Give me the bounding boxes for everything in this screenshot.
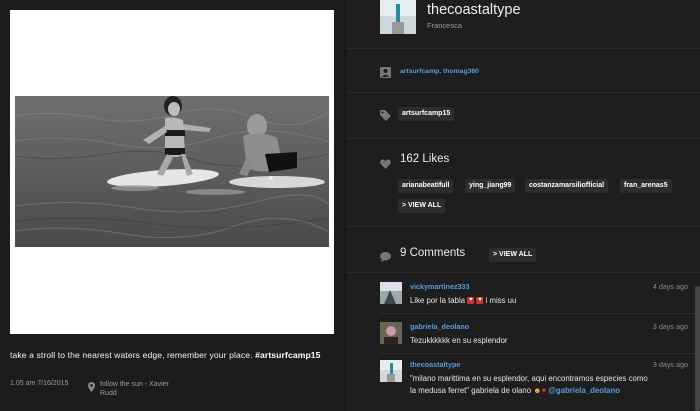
comments-scrollbar[interactable] xyxy=(695,286,700,411)
view-all-likes-button[interactable]: > VIEW ALL xyxy=(398,199,446,213)
commenter-avatar[interactable] xyxy=(380,322,402,344)
comment-line-1: "milano marittima en su esplendor, aqui … xyxy=(410,374,648,383)
caption-hashtag-link[interactable]: #artsurfcamp15 xyxy=(255,350,320,360)
comment-line-2-text: la medusa ferret" gabriela de olano xyxy=(410,386,534,395)
tagged-users-link[interactable]: artsurfcamp, thomag360 xyxy=(400,68,479,75)
divider-line xyxy=(346,272,700,273)
comment-username-link[interactable]: vickymartinez333 xyxy=(410,282,470,291)
hashtag-chip[interactable]: artsurfcamp15 xyxy=(398,107,455,121)
comment-time: 4 days ago xyxy=(652,282,688,291)
divider-line xyxy=(346,92,700,93)
like-user-chip[interactable]: ying_jiang99 xyxy=(465,179,516,193)
comment-mention-link[interactable]: @gabriela_deolano xyxy=(548,386,620,395)
post-caption: take a stroll to the nearest waters edge… xyxy=(10,350,345,360)
comment-line-2: la medusa ferret" gabriela de olano ☻♥ @… xyxy=(410,385,680,397)
divider-line xyxy=(346,48,700,49)
location-line-2: Rudd xyxy=(100,390,117,397)
heart-emoji-icon: ♥ xyxy=(467,297,475,305)
profile-username[interactable]: thecoastaltype xyxy=(427,2,521,18)
speech-bubble-icon xyxy=(380,249,391,267)
comment-text: "milano marittima en su esplendor, aqui … xyxy=(410,373,680,397)
like-user-chip[interactable]: costanzamarsiliofficial xyxy=(525,179,609,193)
divider-line xyxy=(346,226,700,227)
profile-avatar[interactable] xyxy=(380,0,416,34)
tag-icon xyxy=(380,108,391,126)
comments-count: 9 Comments xyxy=(400,247,466,259)
comment-text: Like por la tabla ♥ ♥ i miss uu xyxy=(410,295,516,307)
heart-emoji-icon: ♥ xyxy=(541,386,547,395)
comment-time: 3 days ago xyxy=(652,360,688,369)
view-all-comments-button[interactable]: > VIEW ALL xyxy=(489,248,537,262)
comment-username-link[interactable]: gabriela_deolano xyxy=(410,322,469,331)
comment-text: Tezukkkkkk en su esplendor xyxy=(410,336,508,345)
divider-line xyxy=(380,353,700,354)
location-pin-icon xyxy=(88,379,95,397)
likes-count: 162 Likes xyxy=(400,153,450,165)
like-user-chip[interactable]: fran_arenas5 xyxy=(620,179,672,193)
heart-icon xyxy=(380,156,391,174)
like-user-chip[interactable]: arianabeatifull xyxy=(398,179,454,193)
caption-text: take a stroll to the nearest waters edge… xyxy=(10,350,256,360)
photo-frame xyxy=(10,10,334,334)
post-location-link[interactable]: follow the sun - Xavier Rudd xyxy=(100,380,169,398)
commenter-avatar[interactable] xyxy=(380,360,402,382)
comment-time: 3 days ago xyxy=(652,322,688,331)
comment-text-part: i miss uu xyxy=(483,296,517,305)
comment-username-link[interactable]: thecoastaltype xyxy=(410,360,460,369)
location-line-1: follow the sun - Xavier xyxy=(100,381,169,388)
profile-display-name: Francesca xyxy=(427,21,463,30)
post-timestamp: 1.05 am 7/16/2015 xyxy=(10,380,69,387)
divider-line xyxy=(346,138,700,139)
post-media-pane: take a stroll to the nearest waters edge… xyxy=(0,0,345,411)
divider-line xyxy=(380,313,700,314)
post-details-pane: thecoastaltype Francesca artsurfcamp, th… xyxy=(346,0,700,411)
comment-text-part: Like por la tabla xyxy=(410,296,468,305)
post-photo[interactable] xyxy=(15,96,329,247)
commenter-avatar[interactable] xyxy=(380,282,402,304)
person-tag-icon xyxy=(380,65,391,83)
